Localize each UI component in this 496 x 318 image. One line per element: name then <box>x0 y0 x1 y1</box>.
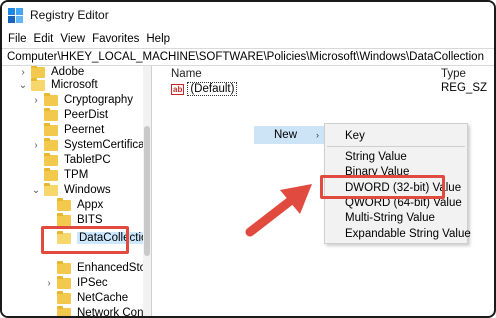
submenu-item-key[interactable]: Key <box>345 130 365 142</box>
tree-item-label: BITS <box>77 214 103 226</box>
folder-icon <box>57 305 71 316</box>
tree-item-label: Cryptography <box>64 94 134 106</box>
string-value-icon: ab <box>171 83 185 95</box>
chevron-right-icon: › <box>316 130 319 140</box>
tree-item-label: Appx <box>77 199 104 211</box>
window-title: Registry Editor <box>30 8 109 22</box>
registry-editor-icon <box>8 7 23 23</box>
folder-icon <box>44 107 58 121</box>
value-type: REG_SZ <box>441 82 488 94</box>
folder-icon <box>44 137 58 151</box>
tree-item-label: Windows <box>64 184 111 196</box>
folder-icon <box>44 152 58 166</box>
address-bar[interactable]: Computer\HKEY_LOCAL_MACHINE\SOFTWARE\Pol… <box>2 48 494 66</box>
folder-icon <box>44 92 58 106</box>
menu-bar: File Edit View Favorites Help <box>2 30 494 48</box>
scrollbar-thumb[interactable] <box>144 126 150 256</box>
folder-icon <box>44 167 58 181</box>
folder-icon <box>44 182 58 196</box>
submenu-item-multi-string-value[interactable]: Multi-String Value <box>345 212 435 224</box>
submenu-item-string-value[interactable]: String Value <box>345 151 407 163</box>
tree-item-label: TPM <box>64 169 89 181</box>
folder-icon <box>44 122 58 136</box>
tree-item-label: IPSec <box>77 277 108 289</box>
tree-item-label: NetCache <box>77 292 129 304</box>
folder-icon <box>57 197 71 211</box>
tree-item-label: EnhancedStorageDev <box>77 262 151 274</box>
submenu-item-expandable-string-value[interactable]: Expandable String Value <box>345 228 471 240</box>
tree-scrollbar[interactable] <box>143 66 151 316</box>
registry-editor-window: Registry Editor File Edit View Favorites… <box>0 0 496 318</box>
column-header-name[interactable]: Name <box>171 68 202 80</box>
menu-view[interactable]: View <box>60 33 85 45</box>
menu-edit[interactable]: Edit <box>34 33 54 45</box>
context-menu-new[interactable]: New › <box>254 126 324 144</box>
datacollection-highlight-box <box>41 226 129 254</box>
tree-expander <box>44 304 54 316</box>
pointer-arrow-icon <box>245 184 312 237</box>
folder-icon <box>57 212 71 226</box>
tree-item-network-connections[interactable]: Network Connection <box>44 304 151 318</box>
chevron-down-icon[interactable]: ⌄ <box>31 181 41 199</box>
tree-item-label: Microsoft <box>51 79 98 91</box>
tree-item-label: SystemCertificates <box>64 139 152 151</box>
tree-item-label: TabletPC <box>64 154 111 166</box>
menu-help[interactable]: Help <box>146 33 170 45</box>
menu-separator <box>327 146 465 147</box>
folder-icon <box>57 275 71 289</box>
column-header-type[interactable]: Type <box>441 68 466 80</box>
value-row-default[interactable]: ab (Default) <box>171 82 238 96</box>
address-path: Computer\HKEY_LOCAL_MACHINE\SOFTWARE\Pol… <box>7 51 484 63</box>
menu-favorites[interactable]: Favorites <box>92 33 139 45</box>
folder-icon <box>57 290 71 304</box>
title-bar: Registry Editor <box>2 2 494 28</box>
context-menu-new-label: New <box>274 129 298 141</box>
folder-icon <box>31 77 45 91</box>
dword-highlight-box <box>320 175 445 199</box>
value-name: (Default) <box>187 82 238 96</box>
tree-item-label: Peernet <box>64 124 105 136</box>
menu-file[interactable]: File <box>8 33 27 45</box>
chevron-down-icon[interactable]: ⌄ <box>18 76 28 94</box>
registry-tree: › Adobe ⌄ Microsoft › Cryptography PeerD… <box>2 66 152 318</box>
folder-icon <box>57 260 71 274</box>
tree-item-label: PeerDist <box>64 109 109 121</box>
tree-item-label: Network Connection <box>77 307 151 318</box>
